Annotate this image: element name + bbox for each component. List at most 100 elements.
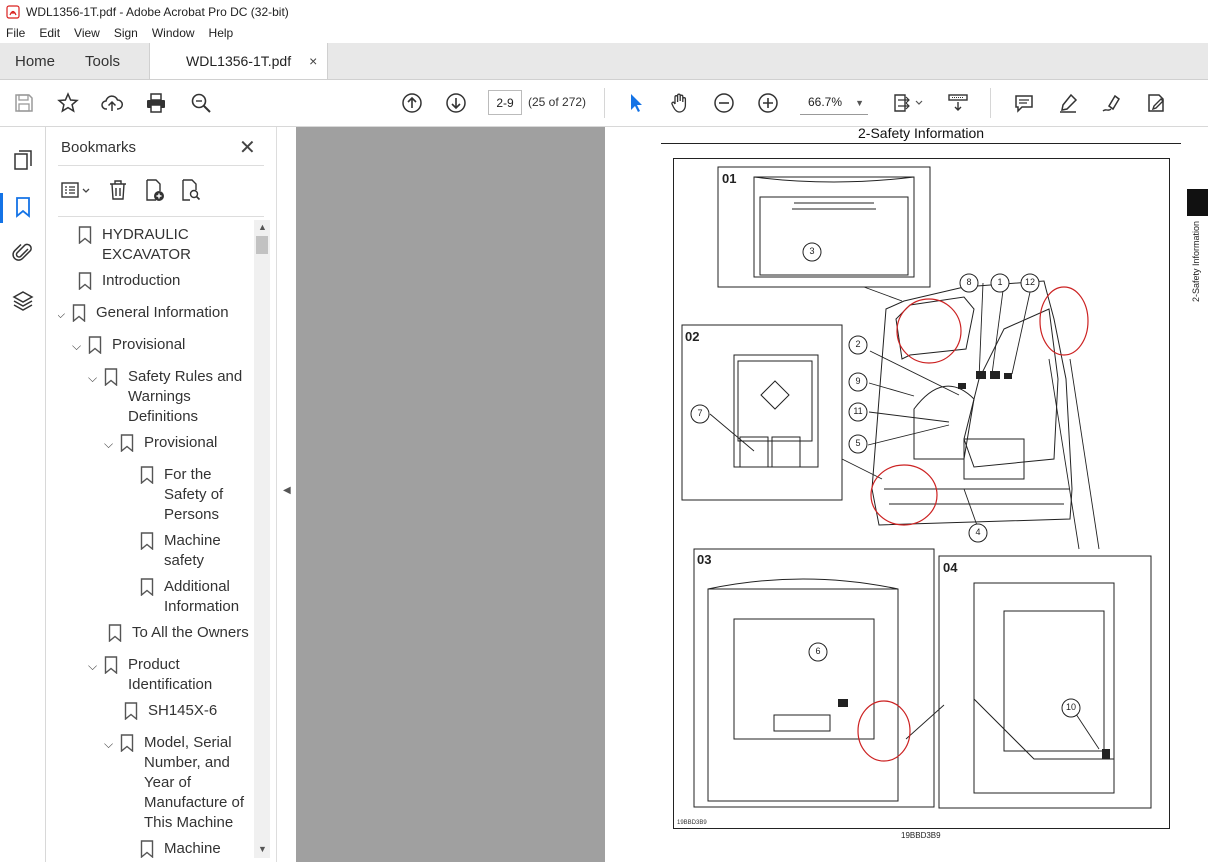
scroll-up-icon[interactable]: ▲ (258, 222, 267, 232)
main-toolbar: 2-9 (25 of 272) 66.7% ▼ (0, 80, 1208, 127)
select-cursor-icon[interactable] (624, 91, 648, 115)
zoom-level-value: 66.7% (808, 95, 843, 109)
chevron-down-icon[interactable]: ⌵ (72, 336, 88, 356)
menu-sign[interactable]: Sign (114, 26, 138, 40)
scroll-mode-icon[interactable] (946, 91, 970, 115)
save-icon[interactable] (12, 91, 36, 115)
next-page-icon[interactable] (444, 91, 468, 115)
bookmark-item[interactable]: ⌵ Product Identification (88, 655, 212, 695)
layers-icon[interactable] (11, 289, 35, 313)
menu-help[interactable]: Help (209, 26, 234, 40)
bookmark-item[interactable]: Machine safety (124, 531, 221, 571)
menu-window[interactable]: Window (152, 26, 195, 40)
menu-view[interactable]: View (74, 26, 100, 40)
new-bookmark-icon[interactable] (142, 178, 166, 202)
cab-diagram (681, 166, 1152, 809)
panel-collapse-strip: ◀ (276, 127, 296, 862)
scroll-down-icon[interactable]: ▼ (258, 844, 267, 854)
bookmark-icon (104, 368, 118, 386)
print-icon[interactable] (144, 91, 168, 115)
upload-cloud-icon[interactable] (100, 91, 124, 115)
bookmark-label: Model, Serial Number, and Year of Manufa… (144, 734, 245, 831)
tab-close-button[interactable]: × (309, 53, 317, 69)
chevron-down-icon: ▼ (855, 98, 864, 108)
bookmark-item[interactable]: Introduction (62, 271, 180, 291)
tab-document-label: WDL1356-1T.pdf (186, 53, 292, 69)
panel-label: 02 (685, 329, 700, 344)
bookmarks-panel-icon[interactable] (11, 195, 35, 219)
callout-number: 4 (975, 527, 981, 537)
zoom-level-dropdown[interactable]: 66.7% ▼ (800, 90, 868, 115)
highlight-pen-icon[interactable] (1056, 91, 1080, 115)
chevron-down-icon[interactable]: ⌵ (88, 368, 104, 388)
bookmark-icon (120, 734, 134, 752)
bookmark-label: Product Identification (128, 656, 213, 693)
find-bookmark-icon[interactable] (178, 178, 202, 202)
callout-number: 10 (1065, 702, 1076, 712)
chevron-down-icon[interactable]: ⌵ (104, 434, 120, 454)
bookmarks-scrollbar[interactable]: ▲ ▼ (254, 220, 270, 858)
toolbar-divider (990, 88, 991, 118)
bookmark-item[interactable]: ⌵ Safety Rules and Warnings Definitions (88, 367, 242, 427)
page-number-input[interactable]: 2-9 (488, 90, 522, 115)
scrollbar-thumb[interactable] (256, 236, 268, 254)
figure-code: 19BBD3B9 (901, 831, 941, 840)
bookmarks-toolbar (58, 165, 264, 217)
bookmark-item[interactable]: ⌵ Model, Serial Number, and Year of Manu… (104, 733, 244, 833)
tab-home[interactable]: Home (0, 43, 70, 79)
bookmark-item[interactable]: SH145X-6 (108, 701, 217, 721)
bookmark-item[interactable]: Additional Information (124, 577, 239, 617)
bookmark-label: SH145X-6 (148, 702, 218, 719)
collapse-panel-icon[interactable]: ◀ (283, 485, 291, 496)
bookmark-icon (88, 336, 102, 354)
bookmark-label: Machine safety (164, 532, 221, 569)
bookmark-label: Additional Information (164, 578, 240, 615)
delete-bookmark-icon[interactable] (106, 178, 130, 202)
acrobat-app-icon (6, 4, 20, 19)
chevron-down-icon[interactable]: ⌵ (104, 734, 120, 754)
callout-number: 9 (855, 376, 861, 386)
panel-label: 04 (943, 560, 958, 575)
left-navigation-rail (0, 127, 46, 862)
bookmark-item[interactable]: ⌵ Provisional (104, 433, 217, 454)
chevron-down-icon[interactable]: ⌵ (88, 656, 104, 676)
menu-bar: File Edit View Sign Window Help (0, 23, 1208, 43)
fill-sign-icon[interactable] (1144, 91, 1168, 115)
document-viewport[interactable]: 2-Safety Information 2-Safety Informatio… (296, 125, 1208, 862)
page-fit-icon[interactable] (890, 91, 926, 115)
comment-icon[interactable] (1012, 91, 1036, 115)
callout-number: 3 (809, 246, 815, 256)
section-tab-marker (1187, 189, 1208, 216)
attachments-icon[interactable] (11, 241, 35, 265)
bookmark-item[interactable]: HYDRAULIC EXCAVATOR (62, 225, 191, 265)
options-menu-icon[interactable] (60, 178, 92, 202)
window-title: WDL1356-1T.pdf - Adobe Acrobat Pro DC (3… (26, 4, 289, 19)
bookmark-item[interactable]: To All the Owners (92, 623, 249, 643)
bookmark-label: Machine (164, 840, 221, 857)
bookmark-icon (140, 532, 154, 550)
callout-number: 7 (697, 408, 703, 418)
menu-file[interactable]: File (6, 26, 25, 40)
toolbar-divider (604, 88, 605, 118)
close-panel-button[interactable]: ✕ (239, 135, 256, 160)
menu-edit[interactable]: Edit (39, 26, 60, 40)
tab-document[interactable]: WDL1356-1T.pdf × (149, 43, 329, 79)
bookmark-item[interactable]: ⌵ Provisional (72, 335, 185, 356)
zoom-search-icon[interactable] (189, 91, 213, 115)
zoom-in-icon[interactable] (756, 91, 780, 115)
sign-pen-icon[interactable] (1100, 91, 1124, 115)
page-thumbnails-icon[interactable] (11, 149, 35, 173)
bookmark-label: Provisional (144, 434, 218, 451)
bookmark-label: HYDRAULIC EXCAVATOR (102, 226, 191, 263)
star-bookmark-icon[interactable] (56, 91, 80, 115)
zoom-out-icon[interactable] (712, 91, 736, 115)
bookmark-item[interactable]: For the Safety of Persons (124, 465, 223, 525)
bookmark-label: To All the Owners (132, 624, 249, 641)
hand-tool-icon[interactable] (668, 91, 692, 115)
bookmark-item[interactable]: ⌵ General Information (58, 303, 229, 324)
bookmark-item[interactable]: Machine (124, 839, 221, 859)
chevron-down-icon[interactable]: ⌵ (58, 304, 72, 324)
previous-page-icon[interactable] (400, 91, 424, 115)
tab-tools[interactable]: Tools (70, 43, 135, 79)
bookmark-icon (78, 226, 92, 244)
